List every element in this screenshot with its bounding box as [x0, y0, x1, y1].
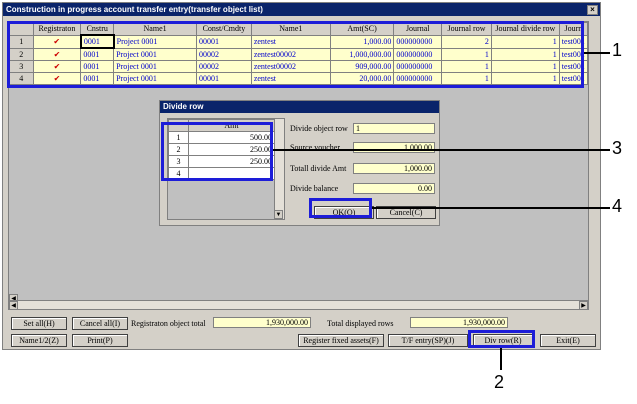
- scroll-right-icon[interactable]: ▶: [579, 301, 588, 310]
- callout-2: 2: [494, 372, 505, 392]
- scroll-down-icon[interactable]: ▼: [274, 210, 283, 219]
- callout-4: 4: [612, 196, 623, 216]
- exit-button[interactable]: Exit(E): [540, 334, 596, 347]
- horizontal-scrollbar[interactable]: ◀ ▶: [8, 300, 589, 310]
- print-button[interactable]: Print(P): [72, 334, 128, 347]
- total-divide-amt-label: Totall divide Amt: [290, 164, 347, 173]
- set-all-button[interactable]: Set all(H): [11, 317, 67, 330]
- displayed-rows-field: 1,930,000.00: [410, 317, 508, 328]
- displayed-rows-label: Total displayed rows: [327, 319, 394, 328]
- divide-row-title: Divide row: [160, 101, 439, 113]
- register-fixed-assets-button[interactable]: Register fixed assets(F): [298, 334, 384, 347]
- close-icon[interactable]: ×: [587, 5, 598, 15]
- registration-total-field: 1,930,000.00: [213, 317, 311, 328]
- divide-object-row-field[interactable]: 1: [353, 123, 435, 134]
- callout-line-2: [500, 348, 502, 370]
- source-voucher-field: 1,000.00: [353, 142, 435, 153]
- callout-line-4: [372, 207, 610, 209]
- callout-line-1: [584, 52, 610, 54]
- divide-balance-label: Divide balance: [290, 184, 339, 193]
- window-title-text: Construction in progress account transfe…: [6, 5, 263, 14]
- tf-entry-button[interactable]: T/F entry(SP)(J): [388, 334, 468, 347]
- divide-vertical-scrollbar[interactable]: ▼: [274, 119, 284, 219]
- cancel-all-button[interactable]: Cancel all(I): [72, 317, 128, 330]
- highlight-ok-button: [309, 198, 372, 218]
- registration-total-label: Registraton object total: [131, 319, 206, 328]
- highlight-grid-rows: [7, 21, 584, 88]
- divide-object-row-label: Divide object row: [290, 124, 348, 133]
- callout-1: 1: [612, 40, 623, 60]
- callout-3: 3: [612, 138, 623, 158]
- total-divide-amt-field: 1,000.00: [353, 163, 435, 174]
- callout-line-3: [273, 149, 610, 151]
- window-title: Construction in progress account transfe…: [3, 3, 600, 16]
- highlight-divide-amounts: [161, 122, 273, 181]
- highlight-div-row-button: [468, 330, 535, 348]
- divide-balance-field: 0.00: [353, 183, 435, 194]
- scroll-left-icon[interactable]: ◀: [9, 301, 18, 310]
- name12-button[interactable]: Name1/2(Z): [11, 334, 67, 347]
